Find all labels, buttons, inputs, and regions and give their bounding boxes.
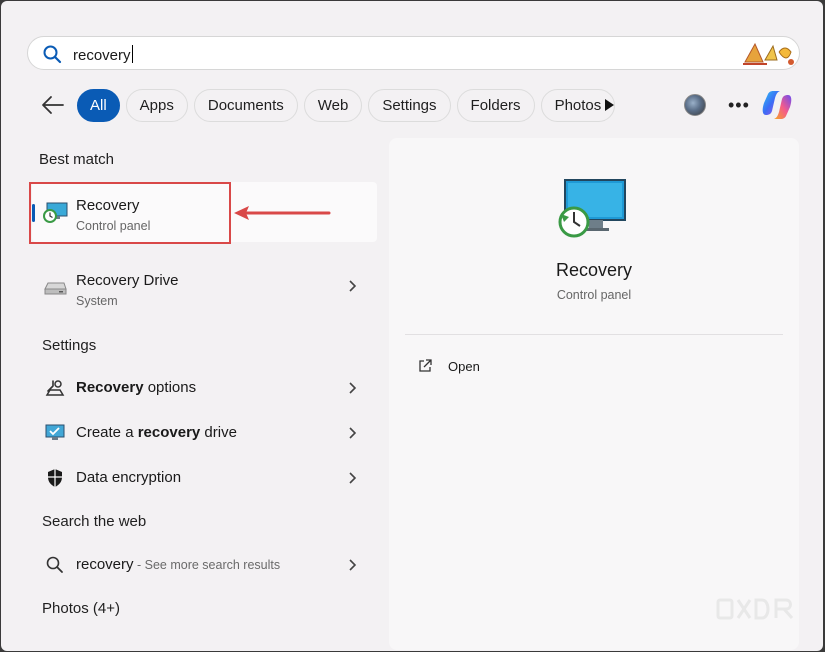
- search-input[interactable]: recovery: [73, 45, 133, 64]
- section-search-web: Search the web: [42, 513, 147, 530]
- detail-subtitle: Control panel: [556, 288, 632, 302]
- settings-item-recovery-options[interactable]: Recovery options: [32, 366, 377, 410]
- section-best-match: Best match: [39, 151, 115, 168]
- detail-pane: Recovery Control panel Open: [389, 138, 799, 650]
- drive-icon: [44, 282, 67, 295]
- result-recovery-drive[interactable]: Recovery Drive System: [32, 257, 377, 317]
- web-result-label: recovery - See more search results: [76, 556, 281, 573]
- web-result-recovery[interactable]: recovery - See more search results: [32, 543, 377, 587]
- tab-folders[interactable]: Folders: [456, 89, 535, 122]
- start-search-panel: recovery All Apps Documents Web Settings…: [1, 1, 823, 651]
- chevron-right-icon[interactable]: [347, 426, 357, 440]
- settings-item-create-recovery-drive[interactable]: Create a recovery drive: [32, 411, 377, 455]
- settings-item-label: Recovery options: [76, 379, 197, 396]
- section-photos: Photos (4+): [42, 600, 120, 617]
- filter-tabs: All Apps Documents Web Settings Folders …: [77, 89, 616, 123]
- more-options-icon[interactable]: •••: [728, 95, 750, 116]
- search-box[interactable]: recovery: [27, 36, 800, 70]
- more-filters-play-icon[interactable]: [602, 98, 616, 112]
- recovery-drive-settings-icon: [45, 424, 65, 440]
- recovery-monitor-icon: [558, 179, 626, 238]
- divider: [405, 334, 783, 335]
- search-icon: [46, 556, 63, 573]
- chevron-right-icon[interactable]: [347, 558, 357, 572]
- settings-item-label: Create a recovery drive: [76, 424, 237, 441]
- result-title: Recovery Drive: [76, 272, 179, 289]
- open-external-icon[interactable]: [417, 358, 433, 374]
- tab-documents[interactable]: Documents: [193, 89, 298, 122]
- avatar[interactable]: [684, 94, 706, 116]
- tab-settings[interactable]: Settings: [368, 89, 451, 122]
- shield-icon: [48, 469, 62, 487]
- search-icon: [43, 45, 62, 64]
- search-highlight-doodle-icon: [743, 42, 794, 65]
- tab-all[interactable]: All: [77, 89, 120, 122]
- annotation-arrow-icon: [234, 206, 331, 220]
- open-action[interactable]: Open: [448, 359, 480, 374]
- result-subtitle: System: [76, 294, 118, 308]
- xda-logo-icon: [716, 598, 794, 620]
- annotation-highlight-box: [29, 182, 231, 244]
- tab-web[interactable]: Web: [303, 89, 363, 122]
- chevron-right-icon[interactable]: [347, 471, 357, 485]
- chevron-right-icon[interactable]: [347, 279, 357, 293]
- copilot-icon[interactable]: [760, 89, 794, 121]
- settings-item-label: Data encryption: [76, 469, 182, 486]
- chevron-right-icon[interactable]: [347, 381, 357, 395]
- settings-item-data-encryption[interactable]: Data encryption: [32, 456, 377, 500]
- recovery-options-icon: [45, 380, 65, 396]
- detail-title: Recovery: [555, 260, 633, 280]
- back-arrow-icon[interactable]: [39, 93, 67, 117]
- section-settings: Settings: [42, 337, 97, 354]
- tab-apps[interactable]: Apps: [125, 89, 188, 122]
